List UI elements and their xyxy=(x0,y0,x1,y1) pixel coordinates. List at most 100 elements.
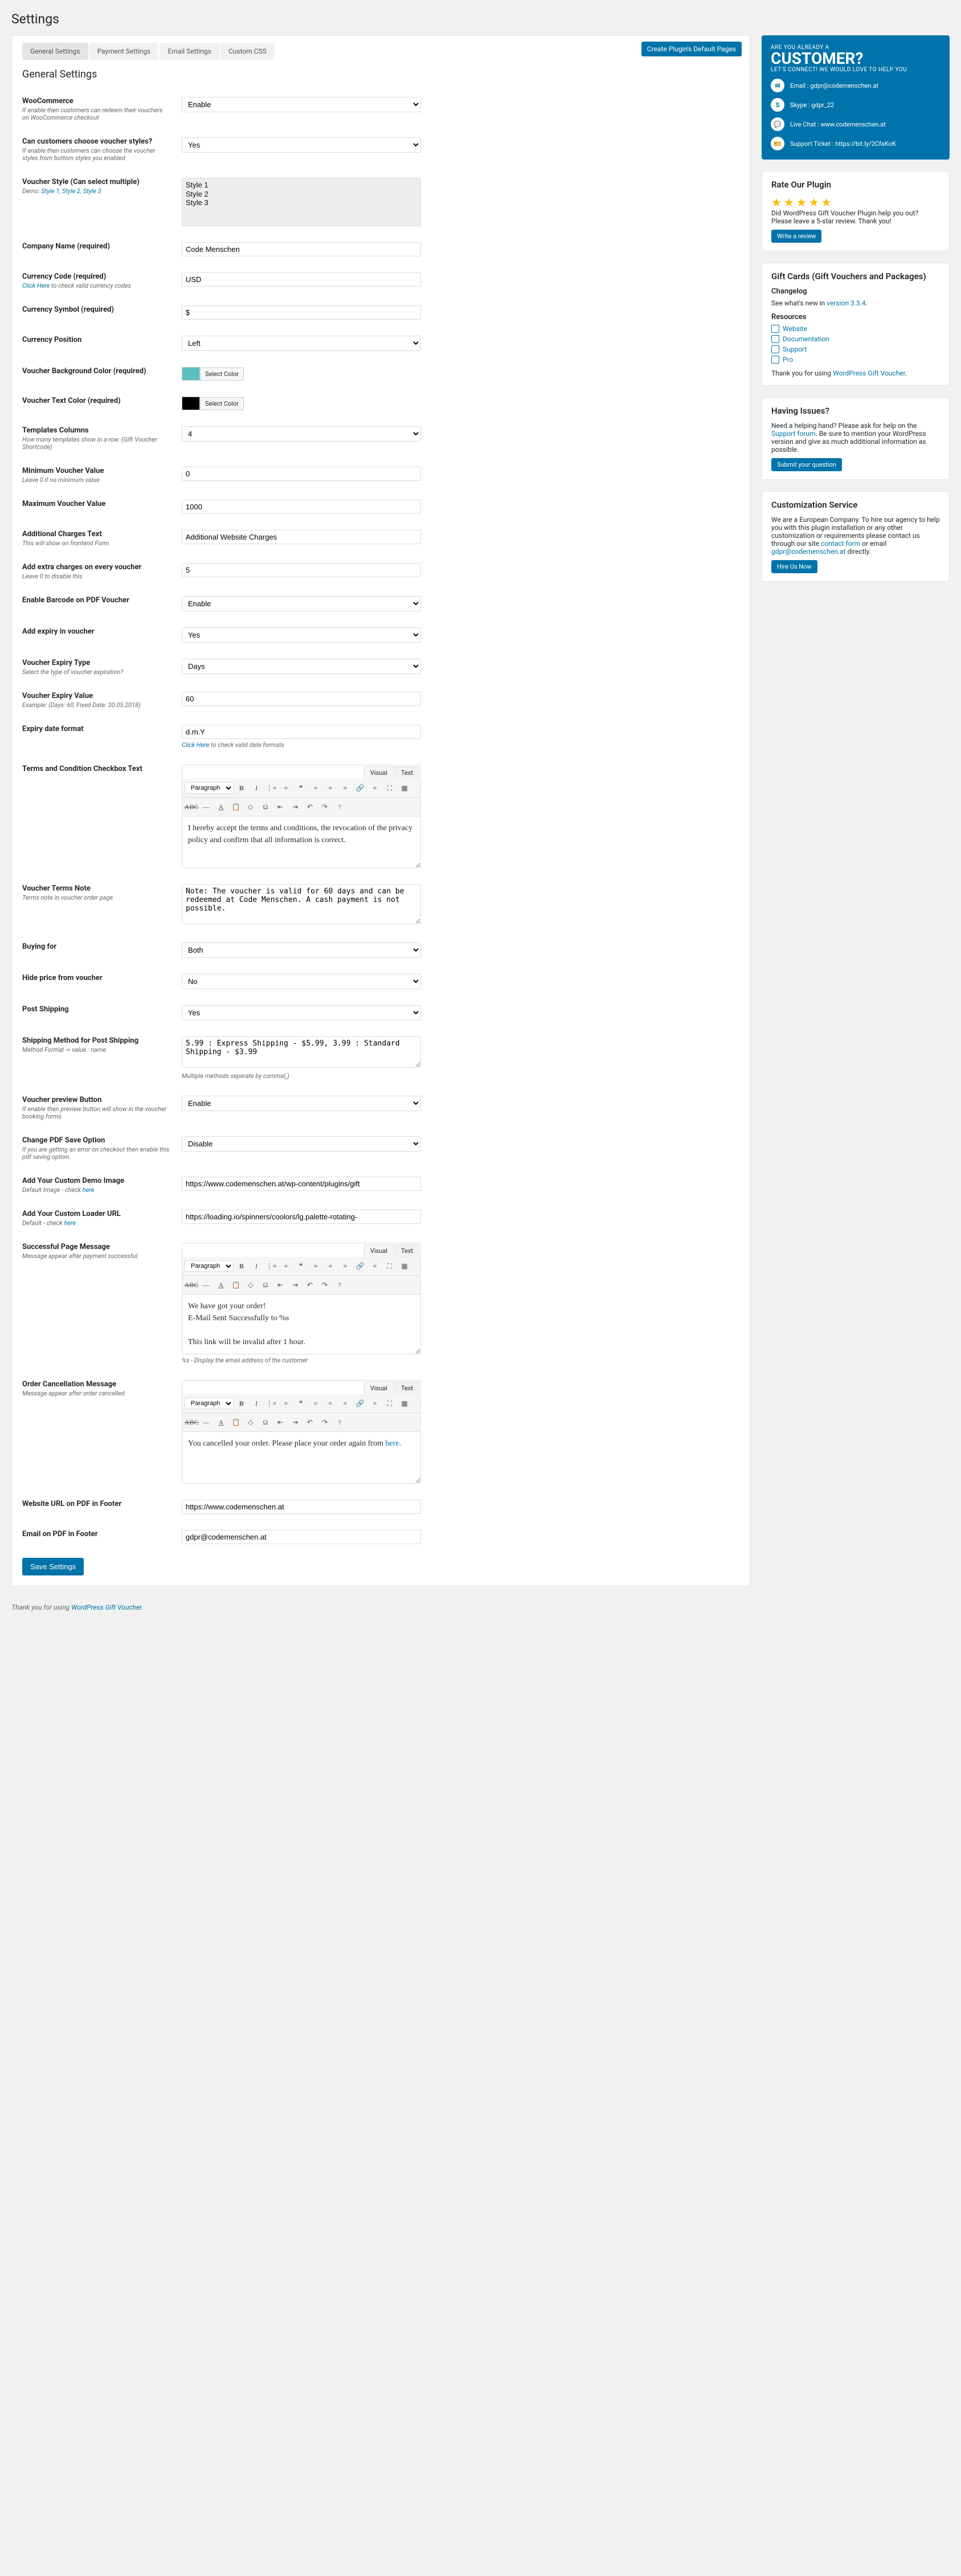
bold-icon[interactable]: B xyxy=(235,781,248,795)
align-right-icon[interactable]: ≡ xyxy=(338,781,352,795)
res-support-link[interactable]: Support xyxy=(771,345,940,353)
pdf-save-select[interactable]: Disable xyxy=(182,1136,421,1152)
align-left-icon[interactable]: ≡ xyxy=(309,1397,322,1410)
currency-position-select[interactable]: Left xyxy=(182,336,421,351)
quote-icon[interactable]: ❝ xyxy=(294,1397,308,1410)
demo-image-link[interactable]: here xyxy=(83,1186,95,1194)
currency-symbol-input[interactable] xyxy=(182,305,421,320)
save-button[interactable]: Save Settings xyxy=(22,1558,84,1575)
gift-thanks-link[interactable]: WordPress Gift Voucher xyxy=(833,369,905,377)
undo-icon[interactable]: ↶ xyxy=(303,1415,317,1429)
italic-icon[interactable]: I xyxy=(250,1259,263,1273)
help-icon[interactable]: ? xyxy=(333,800,346,814)
number-list-icon[interactable]: ≡ xyxy=(279,1259,293,1273)
bold-icon[interactable]: B xyxy=(235,1259,248,1273)
indent-icon[interactable]: ⇥ xyxy=(288,1415,302,1429)
tab-payment[interactable]: Payment Settings xyxy=(89,43,159,60)
outdent-icon[interactable]: ⇤ xyxy=(273,800,287,814)
contact-email[interactable]: ✉Email : gdpr@codemenschen.at xyxy=(771,79,940,92)
number-list-icon[interactable]: ≡ xyxy=(279,781,293,795)
clear-icon[interactable]: ◇ xyxy=(244,800,257,814)
version-link[interactable]: version 3.3.4 xyxy=(827,299,865,307)
support-forum-link[interactable]: Support forum xyxy=(771,430,816,438)
char-icon[interactable]: Ω xyxy=(259,800,272,814)
website-url-input[interactable] xyxy=(182,1500,421,1514)
text-color-icon[interactable]: A xyxy=(214,800,228,814)
success-content[interactable]: We have got your order!E-Mail Sent Succe… xyxy=(182,1295,420,1354)
char-icon[interactable]: Ω xyxy=(259,1278,272,1292)
res-pro-link[interactable]: Pro xyxy=(771,356,940,364)
more-icon[interactable]: ≡ xyxy=(368,781,382,795)
fullscreen-icon[interactable]: ⛶ xyxy=(383,1259,396,1273)
barcode-select[interactable]: Enable xyxy=(182,596,421,611)
hire-us-button[interactable]: Hire Us Now xyxy=(771,560,817,573)
loader-url-input[interactable] xyxy=(182,1210,421,1224)
text-color-button[interactable]: Select Color xyxy=(200,397,244,410)
voucher-style-select[interactable]: Style 1Style 2Style 3 xyxy=(182,178,421,226)
choose-styles-select[interactable]: Yes xyxy=(182,137,421,153)
outdent-icon[interactable]: ⇤ xyxy=(273,1278,287,1292)
bg-color-button[interactable]: Select Color xyxy=(200,368,244,381)
clear-icon[interactable]: ◇ xyxy=(244,1278,257,1292)
text-color-icon[interactable]: A xyxy=(214,1415,228,1429)
clear-icon[interactable]: ◇ xyxy=(244,1415,257,1429)
date-format-link[interactable]: Click Here xyxy=(182,741,209,749)
terms-content[interactable]: I hereby accept the terms and conditions… xyxy=(182,817,420,868)
cancel-here-link[interactable]: here xyxy=(386,1439,399,1448)
strike-icon[interactable]: ABC xyxy=(185,800,198,814)
bold-icon[interactable]: B xyxy=(235,1397,248,1410)
tab-css[interactable]: Custom CSS xyxy=(220,43,275,60)
text-tab[interactable]: Text xyxy=(395,766,419,779)
more-icon[interactable]: ≡ xyxy=(368,1397,382,1410)
align-right-icon[interactable]: ≡ xyxy=(338,1259,352,1273)
text-tab-2[interactable]: Text xyxy=(395,1244,419,1257)
style1-link[interactable]: Style 1 xyxy=(41,187,59,195)
tab-email[interactable]: Email Settings xyxy=(160,43,219,60)
align-center-icon[interactable]: ≡ xyxy=(324,1397,337,1410)
indent-icon[interactable]: ⇥ xyxy=(288,1278,302,1292)
paragraph-select[interactable]: Paragraph xyxy=(185,782,234,794)
align-center-icon[interactable]: ≡ xyxy=(324,1259,337,1273)
paragraph-select-2[interactable]: Paragraph xyxy=(185,1260,234,1272)
visual-tab[interactable]: Visual xyxy=(364,766,394,779)
strike-icon[interactable]: ABC xyxy=(185,1415,198,1429)
res-website-link[interactable]: Website xyxy=(771,325,940,333)
align-right-icon[interactable]: ≡ xyxy=(338,1397,352,1410)
align-left-icon[interactable]: ≡ xyxy=(309,1259,322,1273)
paste-text-icon[interactable]: 📋 xyxy=(229,1415,243,1429)
text-tab-3[interactable]: Text xyxy=(395,1382,419,1394)
char-icon[interactable]: Ω xyxy=(259,1415,272,1429)
number-list-icon[interactable]: ≡ xyxy=(279,1397,293,1410)
toolbar-toggle-icon[interactable]: ▦ xyxy=(398,781,411,795)
extra-charges-input[interactable] xyxy=(182,563,421,577)
email-footer-input[interactable] xyxy=(182,1530,421,1544)
tab-general[interactable]: General Settings xyxy=(22,43,88,60)
paste-text-icon[interactable]: 📋 xyxy=(229,1278,243,1292)
undo-icon[interactable]: ↶ xyxy=(303,800,317,814)
align-center-icon[interactable]: ≡ xyxy=(324,781,337,795)
redo-icon[interactable]: ↷ xyxy=(318,1278,332,1292)
demo-image-input[interactable] xyxy=(182,1177,421,1191)
cancel-content[interactable]: You cancelled your order. Please place y… xyxy=(182,1432,420,1483)
link-icon[interactable]: 🔗 xyxy=(353,781,367,795)
charges-text-input[interactable] xyxy=(182,530,421,544)
woo-select[interactable]: Enable xyxy=(182,97,421,112)
visual-tab-3[interactable]: Visual xyxy=(364,1382,394,1394)
contact-email-link[interactable]: gdpr@codemenschen.at xyxy=(771,548,846,556)
quote-icon[interactable]: ❝ xyxy=(294,1259,308,1273)
buying-for-select[interactable]: Both xyxy=(182,942,421,958)
hr-icon[interactable]: — xyxy=(199,1278,213,1292)
style2-link[interactable]: Style 2 xyxy=(62,187,80,195)
visual-tab-2[interactable]: Visual xyxy=(364,1244,394,1257)
indent-icon[interactable]: ⇥ xyxy=(288,800,302,814)
shipping-method-input[interactable]: 5.99 : Express Shipping - $5.99, 3.99 : … xyxy=(182,1036,421,1068)
loader-url-link[interactable]: here xyxy=(64,1219,76,1227)
toolbar-toggle-icon[interactable]: ▦ xyxy=(398,1259,411,1273)
expiry-type-select[interactable]: Days xyxy=(182,659,421,674)
link-icon[interactable]: 🔗 xyxy=(353,1397,367,1410)
res-docs-link[interactable]: Documentation xyxy=(771,335,940,343)
align-left-icon[interactable]: ≡ xyxy=(309,781,322,795)
hr-icon[interactable]: — xyxy=(199,1415,213,1429)
create-default-pages-button[interactable]: Create Plugin's Default Pages xyxy=(641,42,742,56)
fullscreen-icon[interactable]: ⛶ xyxy=(383,1397,396,1410)
